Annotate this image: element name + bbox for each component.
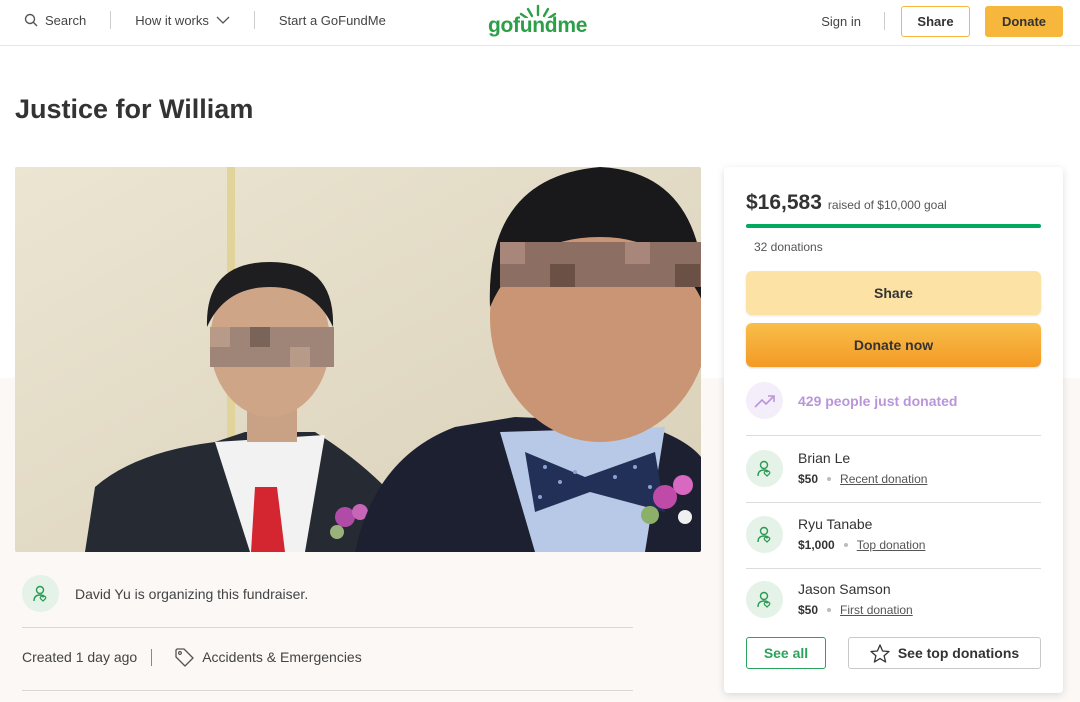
created-date: Created 1 day ago (22, 649, 138, 665)
progress-fill (746, 224, 1041, 228)
donor-name: Ryu Tanabe (798, 516, 873, 532)
chevron-down-icon (216, 16, 230, 24)
donor-item: Ryu Tanabe $1,000 Top donation (746, 516, 1041, 566)
nav-divider (110, 11, 112, 29)
donor-details: $1,000 Top donation (798, 538, 925, 552)
see-top-label: See top donations (897, 645, 1020, 661)
search-icon (24, 13, 38, 27)
see-all-button[interactable]: See all (746, 637, 826, 669)
search-button[interactable]: Search (24, 13, 86, 28)
donor-name: Jason Samson (798, 581, 891, 597)
trending-badge (746, 382, 783, 419)
user-heart-icon (32, 585, 46, 602)
organizer-row: David Yu is organizing this fundraiser. (22, 575, 308, 612)
category-link[interactable]: Accidents & Emergencies (174, 647, 362, 667)
search-label: Search (45, 12, 87, 28)
tag-icon (175, 648, 194, 667)
donation-card: $16,583 raised of $10,000 goal 32 donati… (724, 167, 1063, 693)
section-divider (22, 690, 633, 691)
campaign-meta-row: Created 1 day ago Accidents & Emergencie… (22, 647, 362, 667)
how-it-works-label: How it works (135, 12, 209, 28)
header-share-button[interactable]: Share (901, 5, 970, 37)
card-divider (746, 568, 1041, 569)
how-it-works-menu[interactable]: How it works (135, 13, 230, 28)
donation-type-link[interactable]: Top donation (857, 538, 926, 552)
organizer-avatar (22, 575, 59, 612)
raised-amount: $16,583 (746, 191, 822, 214)
donations-count: 32 donations (754, 240, 823, 254)
page-title: Justice for William (15, 94, 254, 124)
star-icon (870, 643, 890, 663)
donor-avatar (746, 450, 783, 487)
bullet-dot (827, 608, 832, 612)
header-donate-button[interactable]: Donate (985, 5, 1063, 37)
category-label: Accidents & Emergencies (202, 649, 362, 665)
gofundme-logo[interactable]: gofundme (488, 4, 592, 40)
donor-avatar (746, 581, 783, 618)
campaign-photo[interactable] (15, 167, 701, 552)
nav-divider (884, 12, 885, 30)
nav-right: Sign in Share Donate (821, 5, 1063, 37)
goal-text: raised of $10,000 goal (827, 198, 947, 212)
bullet-dot (827, 477, 832, 481)
card-divider (746, 435, 1041, 436)
trending-text: 429 people just donated (798, 392, 958, 409)
donor-amount: $50 (798, 472, 819, 486)
donor-details: $50 First donation (798, 603, 913, 617)
donor-avatar (746, 516, 783, 553)
start-gofundme-label: Start a GoFundMe (278, 12, 386, 28)
donor-amount: $50 (798, 603, 819, 617)
sign-in-link[interactable]: Sign in (821, 14, 861, 29)
trending-row: 429 people just donated (746, 382, 957, 419)
user-heart-icon (756, 591, 770, 608)
donor-item: Brian Le $50 Recent donation (746, 450, 1041, 500)
donor-item: Jason Samson $50 First donation (746, 581, 1041, 631)
bullet-dot (843, 543, 848, 547)
top-navigation: Search How it works Start a GoFundMe gof… (0, 0, 1080, 46)
donor-name: Brian Le (798, 450, 851, 466)
raised-summary: $16,583 raised of $10,000 goal (746, 191, 947, 215)
donation-type-link[interactable]: First donation (840, 603, 913, 617)
nav-divider (253, 11, 255, 29)
card-divider (746, 502, 1041, 503)
organizer-text: David Yu is organizing this fundraiser. (75, 585, 309, 602)
user-heart-icon (756, 460, 770, 477)
see-top-donations-button[interactable]: See top donations (848, 637, 1041, 669)
trending-up-icon (753, 394, 775, 408)
start-gofundme-link[interactable]: Start a GoFundMe (279, 13, 386, 28)
donate-now-button[interactable]: Donate now (746, 323, 1041, 367)
section-divider (22, 627, 633, 628)
progress-bar (746, 224, 1041, 228)
nav-left: Search How it works Start a GoFundMe (24, 0, 386, 40)
share-button[interactable]: Share (746, 271, 1041, 315)
user-heart-icon (756, 526, 770, 543)
donor-amount: $1,000 (798, 538, 835, 552)
donation-type-link[interactable]: Recent donation (840, 472, 927, 486)
meta-divider (151, 648, 153, 666)
donor-details: $50 Recent donation (798, 472, 927, 486)
logo-wordmark: gofundme (488, 14, 588, 37)
